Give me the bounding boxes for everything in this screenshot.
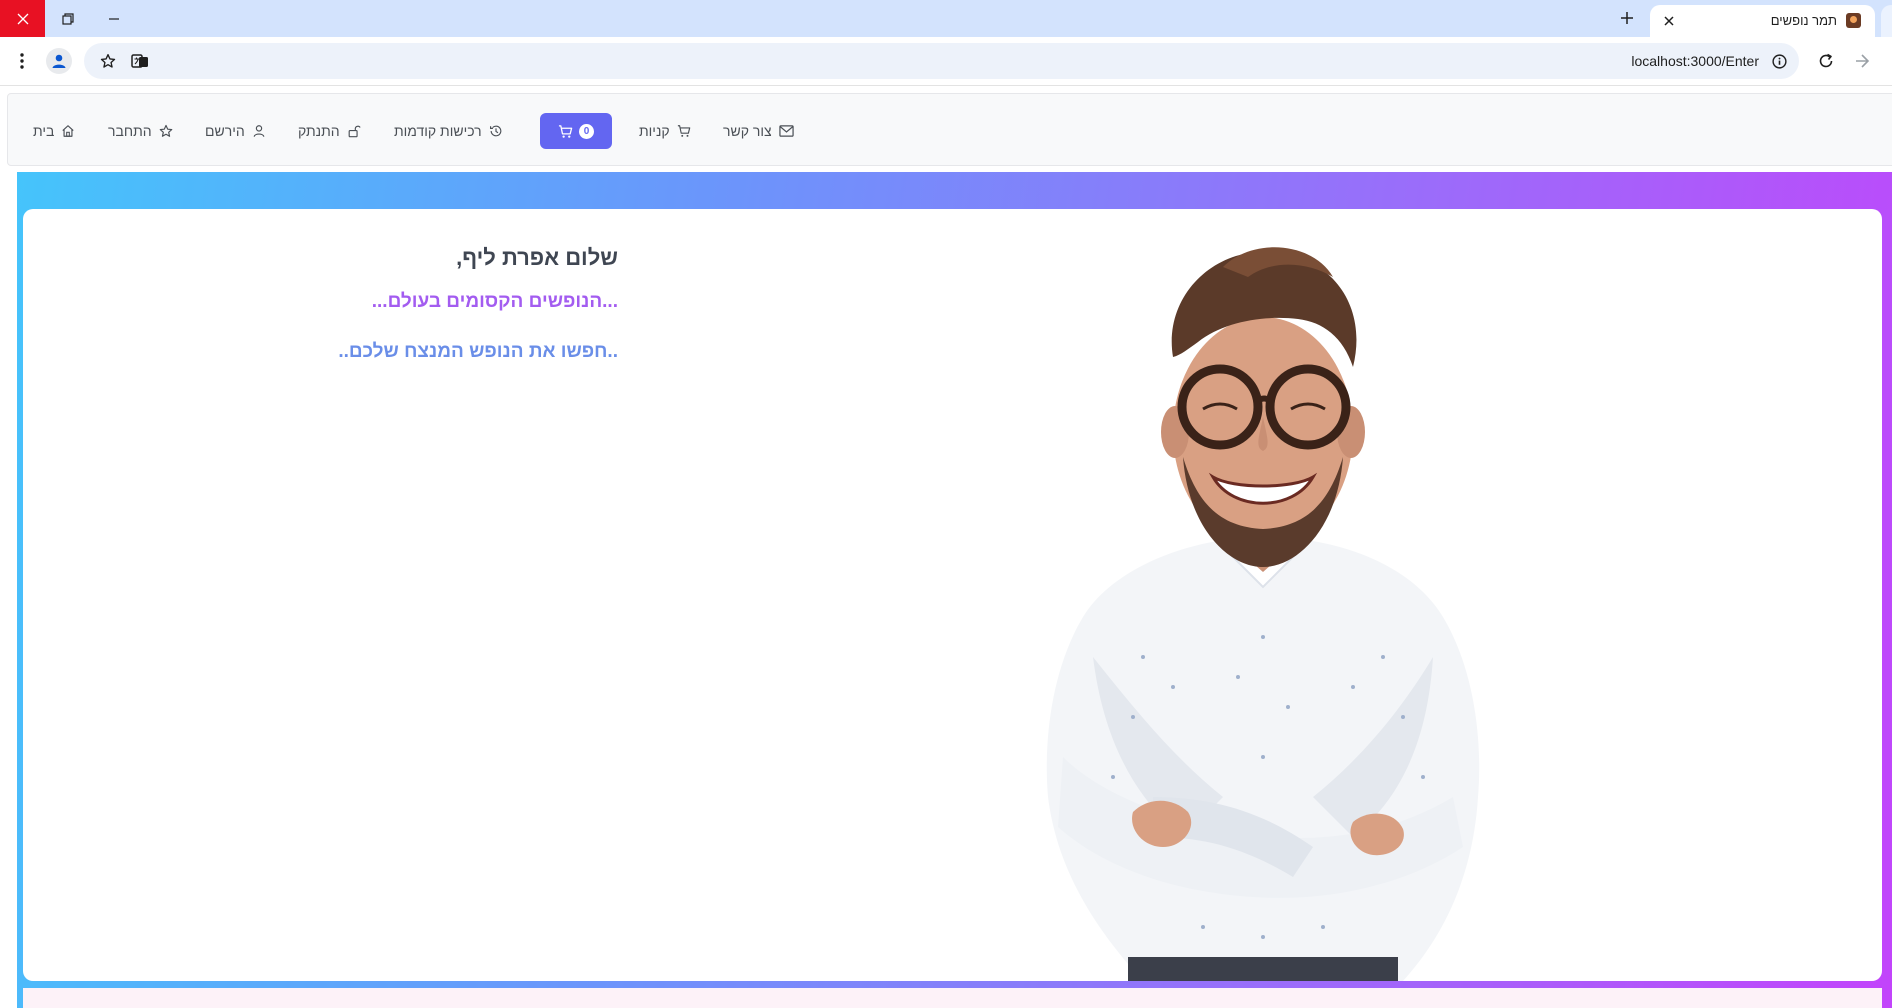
browser-tab-strip: תמר נופשים [0, 0, 1892, 37]
window-minimize-button[interactable] [91, 0, 136, 37]
nav-item-label: צור קשר [723, 123, 772, 139]
url-text: localhost:3000/Enter [1631, 53, 1759, 69]
tab-close-button[interactable] [1660, 12, 1678, 30]
page: בית התחבר הירשם התנתק רכישות קודמות 0 קנ… [0, 87, 1892, 1008]
nav-item-home[interactable]: בית [33, 119, 75, 143]
address-bar[interactable]: localhost:3000/Enter [84, 43, 1799, 79]
nav-item-label: התנתק [298, 123, 340, 139]
hero-call-to-action: ..חפשו את הנופש המנצח שלכם.. [338, 341, 618, 362]
nav-item-logout[interactable]: התנתק [298, 119, 361, 143]
nav-item-label: הירשם [205, 123, 245, 139]
avatar-icon [52, 54, 66, 68]
nav-item-label: התחבר [108, 123, 152, 139]
cart-icon [558, 124, 573, 138]
close-icon [1664, 16, 1674, 26]
minimize-icon [108, 17, 119, 20]
info-icon [1771, 53, 1787, 69]
history-icon [489, 125, 501, 137]
translate-icon [131, 54, 148, 68]
nav-item-label: רכישות קודמות [394, 123, 482, 139]
back-button[interactable] [1848, 47, 1876, 75]
translate-button[interactable] [130, 51, 150, 71]
hero-bottom-strip [23, 988, 1882, 1008]
hero-section: שלום אפרת ליף, ...הנופשים הקסומים בעולם.… [17, 172, 1892, 1008]
new-tab-button[interactable] [1613, 6, 1641, 30]
nav-item-contact[interactable]: צור קשר [723, 119, 794, 143]
unlock-icon [348, 125, 361, 138]
user-icon [253, 125, 265, 137]
nav-item-shopping[interactable]: קניות [639, 119, 691, 143]
nav-item-login[interactable]: התחבר [108, 119, 173, 143]
close-icon [17, 13, 28, 24]
site-favicon-icon [1846, 13, 1861, 28]
bookmark-star-button[interactable] [98, 51, 118, 71]
browser-menu-button[interactable] [8, 47, 36, 75]
star-icon [100, 54, 116, 68]
browser-tab-active[interactable]: תמר נופשים [1650, 5, 1875, 37]
cart-icon [677, 125, 690, 137]
hero-card: שלום אפרת ליף, ...הנופשים הקסומים בעולם.… [23, 209, 1882, 981]
browser-tab-edge [1881, 5, 1892, 37]
greeting-heading: שלום אפרת ליף, [456, 245, 618, 270]
reload-icon [1819, 53, 1833, 68]
top-navbar: בית התחבר הירשם התנתק רכישות קודמות 0 קנ… [7, 93, 1892, 166]
nav-item-previous-purchases[interactable]: רכישות קודמות [394, 119, 503, 143]
restore-icon [61, 12, 74, 25]
home-icon [62, 125, 75, 137]
nav-item-label: בית [33, 123, 55, 139]
mail-icon [778, 125, 794, 137]
nav-item-register[interactable]: הירשם [205, 119, 266, 143]
kebab-menu-icon [20, 53, 24, 69]
star-icon [159, 124, 172, 137]
nav-item-label: קניות [639, 123, 670, 139]
arrow-back-icon [1856, 54, 1870, 68]
browser-toolbar: localhost:3000/Enter [0, 37, 1892, 86]
hero-tagline: ...הנופשים הקסומים בעולם... [371, 291, 618, 312]
tab-title: תמר נופשים [1770, 13, 1837, 28]
site-info-button[interactable] [1769, 51, 1789, 71]
window-close-button[interactable] [0, 0, 45, 37]
cart-button[interactable]: 0 [540, 113, 612, 149]
cart-count-badge: 0 [579, 123, 594, 139]
window-restore-button[interactable] [45, 0, 90, 37]
smiling-man-image [1046, 247, 1480, 981]
profile-button[interactable] [46, 48, 72, 74]
plus-icon [1621, 12, 1633, 24]
reload-button[interactable] [1812, 47, 1840, 75]
